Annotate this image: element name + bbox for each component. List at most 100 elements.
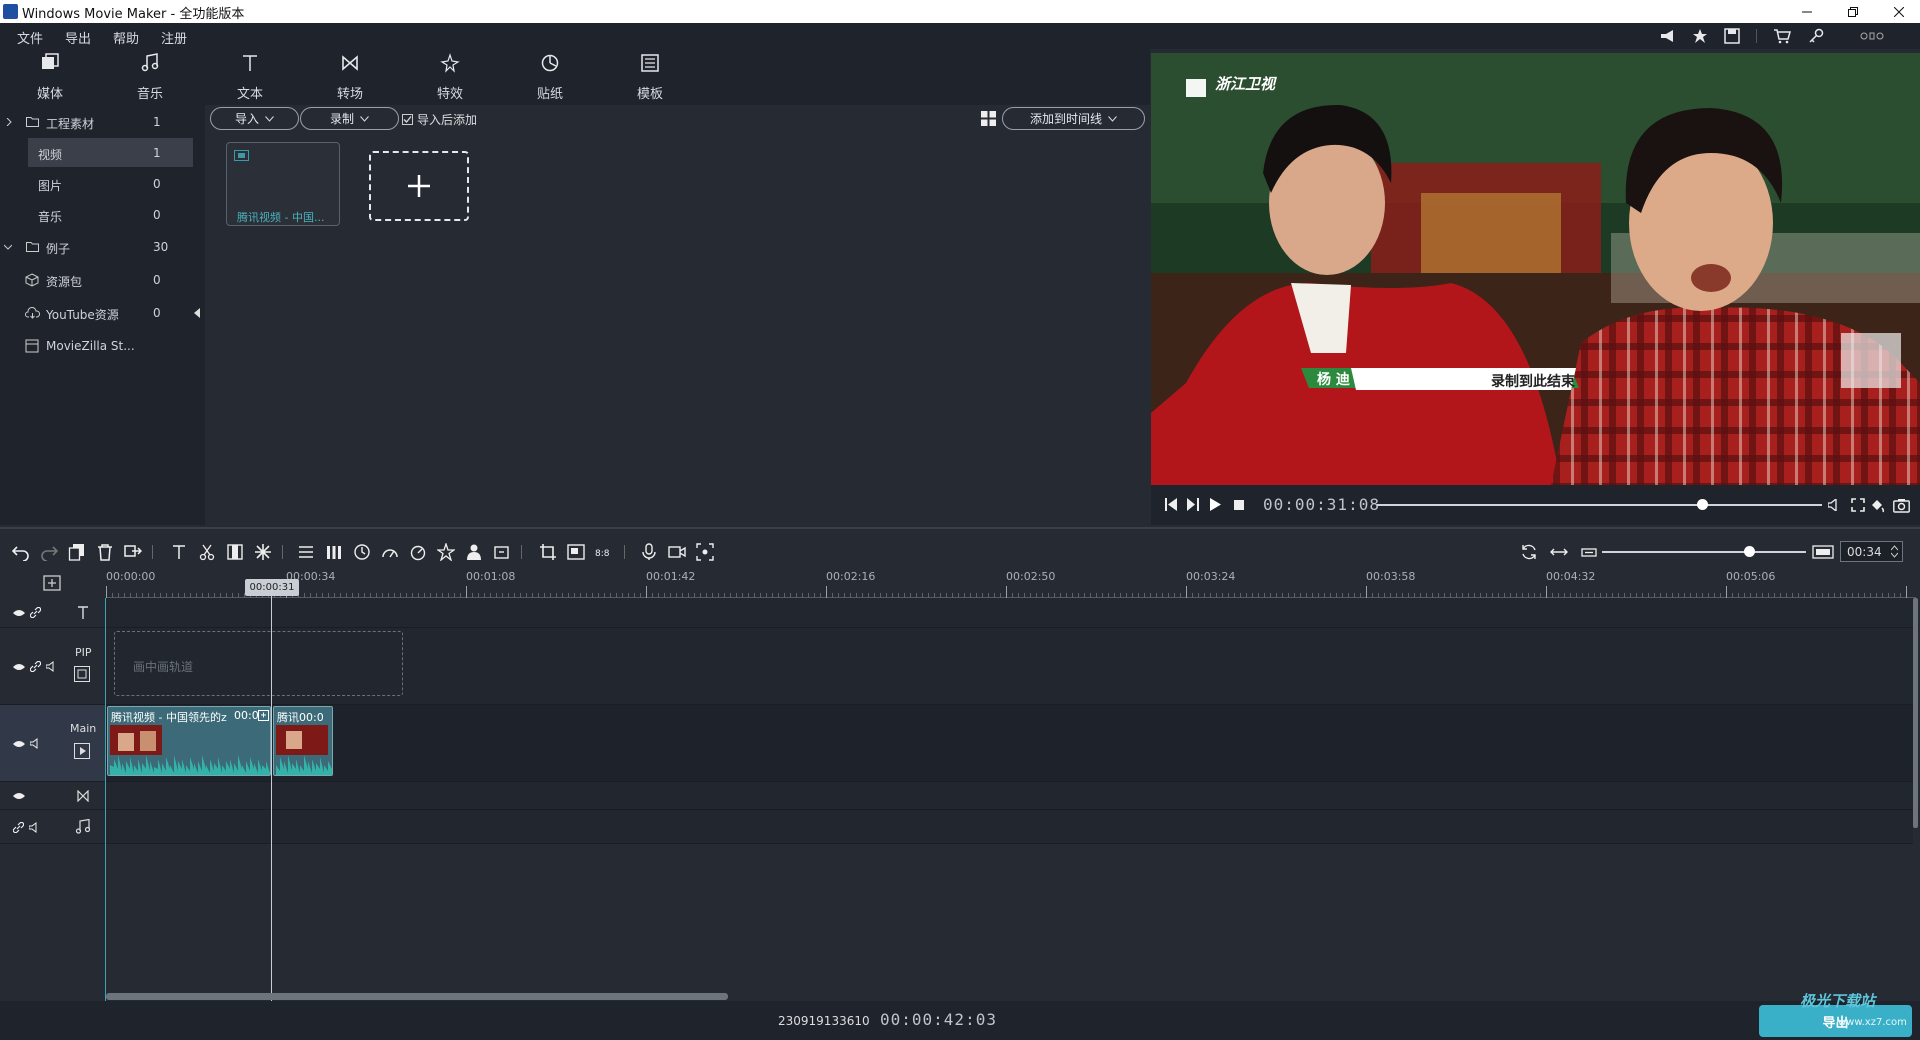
volume-icon[interactable] [1828,499,1839,511]
tool-transition[interactable]: 转场 [300,49,400,105]
collapse-panel-icon[interactable] [194,308,200,318]
timeline-vertical-scrollbar[interactable] [1913,598,1918,828]
close-button[interactable] [1876,0,1920,23]
undo-icon[interactable] [12,543,30,561]
record-dropdown[interactable]: 录制 [300,107,399,130]
webcam-record-icon[interactable] [668,543,686,561]
timeline-ruler[interactable]: 00:00:00 00:00:34 00:01:08 00:01:42 00:0… [0,570,1920,598]
add-media-button[interactable] [369,151,469,221]
text-track-lane[interactable] [106,598,1913,628]
account-icon[interactable] [1855,26,1889,46]
fit-width-icon[interactable] [1550,543,1568,561]
playhead-line[interactable] [271,593,272,1001]
tool-media[interactable]: 媒体 [0,49,100,105]
tool-music[interactable]: 音乐 [100,49,200,105]
link-icon[interactable] [13,822,24,833]
trim-icon[interactable] [226,543,244,561]
add-to-timeline-dropdown[interactable]: 添加到时间线 [1002,107,1145,130]
tree-moviezilla[interactable]: MovieZilla St... [0,331,205,361]
favorite-icon[interactable] [1687,26,1713,46]
transition-track-lane[interactable] [106,782,1913,810]
clip-settings-icon[interactable] [258,710,269,721]
zoom-out-icon[interactable] [1580,543,1598,561]
pip-track-lane[interactable]: 画中画轨道 [106,628,1913,705]
tree-youtube[interactable]: YouTube资源 0 [0,298,205,328]
speaker-icon[interactable] [29,822,40,833]
pip-drop-zone[interactable]: 画中画轨道 [114,631,403,696]
fullscreen-icon[interactable] [1851,498,1865,512]
video-preview[interactable]: 浙江卫视 杨 迪 录制到此结束 [1151,53,1920,485]
tool-text[interactable]: 文本 [200,49,300,105]
effect-star-icon[interactable] [437,543,455,561]
cart-icon[interactable] [1769,26,1795,46]
tree-examples[interactable]: 例子 30 [0,232,205,262]
crop-frame-icon[interactable] [493,543,511,561]
tool-sticker[interactable]: 贴纸 [500,49,600,105]
speaker-icon[interactable] [46,661,57,672]
menu-help[interactable]: 帮助 [113,28,139,47]
split-scissors-icon[interactable] [198,543,216,561]
timeline-horizontal-scrollbar[interactable] [106,993,728,1000]
speed-clock-icon[interactable] [353,543,371,561]
save-icon[interactable] [1719,26,1745,46]
tree-music[interactable]: 音乐 0 [0,200,205,230]
mosaic-icon[interactable]: 8:8 [595,543,615,561]
menu-file[interactable]: 文件 [17,28,43,47]
redo-icon[interactable] [40,543,58,561]
audio-track-lane[interactable] [106,810,1913,844]
add-track-icon[interactable] [43,575,61,591]
preview-progress-track[interactable] [1377,504,1822,506]
eye-icon[interactable] [13,609,25,617]
media-clip-thumbnail[interactable]: 腾讯视频 - 中国... [226,142,340,226]
adjust-icon[interactable] [297,543,315,561]
key-icon[interactable] [1803,26,1829,46]
speaker-icon[interactable] [30,738,41,749]
microphone-icon[interactable] [640,543,658,561]
link-icon[interactable] [30,607,41,618]
tree-video[interactable]: 视频 1 [0,138,205,168]
skip-back-icon[interactable] [1165,498,1177,511]
eye-icon[interactable] [13,663,25,671]
green-screen-person-icon[interactable] [465,543,483,561]
freeze-frame-icon[interactable] [254,543,272,561]
announcement-icon[interactable] [1655,26,1681,46]
preview-progress-knob[interactable] [1696,499,1708,510]
replace-icon[interactable] [124,543,142,561]
zoom-slider-knob[interactable] [1743,546,1755,557]
link-icon[interactable] [30,661,41,672]
spinner-arrows-icon[interactable] [1891,545,1898,558]
add-text-icon[interactable] [170,543,188,561]
zoom-in-icon[interactable] [1812,543,1834,561]
add-after-import-checkbox[interactable]: 导入后添加 [402,111,542,127]
audio-mixer-icon[interactable] [325,543,343,561]
grid-view-icon[interactable] [981,111,996,126]
tool-template[interactable]: 模板 [600,49,700,105]
play-icon[interactable] [1210,498,1221,511]
zoom-slider-track[interactable] [1602,551,1806,553]
eye-icon[interactable] [13,740,25,748]
stop-icon[interactable] [1234,500,1244,510]
restore-button[interactable] [1830,0,1876,23]
tree-resource-pack[interactable]: 资源包 0 [0,265,205,295]
step-forward-icon[interactable] [1187,498,1199,511]
minimize-button[interactable] [1784,0,1830,23]
eye-icon[interactable] [13,792,25,800]
import-dropdown[interactable]: 导入 [210,107,299,130]
color-fill-icon[interactable] [1869,498,1885,513]
crop-icon[interactable] [539,543,557,561]
playhead-time-label[interactable]: 00:00:31 [245,579,299,596]
snapshot-camera-icon[interactable] [1893,498,1910,513]
zoom-value-spinner[interactable]: 00:34 [1840,541,1903,562]
copy-icon[interactable] [68,543,86,561]
menu-register[interactable]: 注册 [161,28,187,47]
tool-effects[interactable]: 特效 [400,49,500,105]
main-clip-1[interactable]: 腾讯视频 - 中国领先的z 00:0 [107,706,271,776]
delete-icon[interactable] [96,543,114,561]
menu-export[interactable]: 导出 [65,28,91,47]
tree-project-assets[interactable]: 工程素材 1 [0,107,205,137]
speed-gauge-icon[interactable] [381,543,399,561]
main-track-lane[interactable]: 腾讯视频 - 中国领先的z 00:0 腾讯00:0 [106,705,1913,782]
main-clip-2[interactable]: 腾讯00:0 [273,706,333,776]
screen-record-icon[interactable] [696,543,714,561]
tree-images[interactable]: 图片 0 [0,169,205,199]
